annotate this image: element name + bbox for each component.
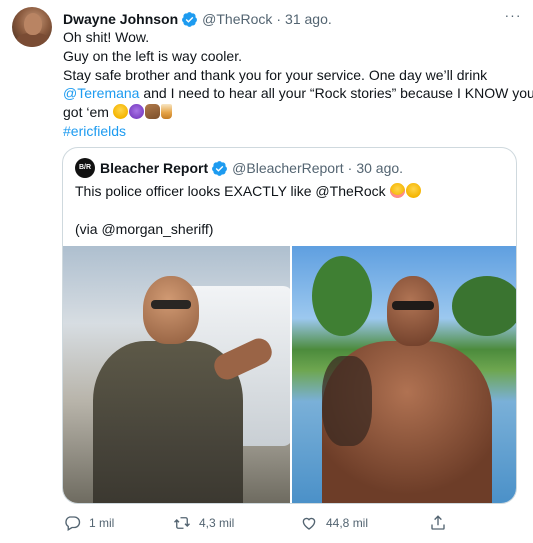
more-options-icon[interactable]: ··· <box>503 8 523 28</box>
like-button[interactable]: 44,8 mil <box>300 514 368 532</box>
tweet-text: Oh shit! Wow. Guy on the left is way coo… <box>63 28 533 141</box>
tweet-line-text: got ‘em <box>63 104 113 121</box>
reply-button[interactable]: 1 mil <box>63 514 114 532</box>
tumbler-glass-icon <box>160 104 172 120</box>
retweet-button[interactable]: 4,3 mil <box>173 514 234 532</box>
photo-head <box>143 276 199 344</box>
avatar-body <box>16 33 50 47</box>
police-officer-photo[interactable] <box>63 246 290 503</box>
quoted-tweet-line: This police officer looks EXACTLY like @… <box>75 182 505 201</box>
tweet[interactable]: Dwayne Johnson @TheRock · 31 ago. ··· Oh… <box>0 0 533 543</box>
quoted-tweet-header: B/R Bleacher Report @BleacherReport · 30… <box>75 158 403 178</box>
the-rock-photo[interactable] <box>291 246 516 503</box>
author-avatar[interactable] <box>12 7 52 47</box>
tweet-line: Oh shit! Wow. <box>63 29 150 45</box>
flushed-face-icon <box>389 183 405 198</box>
photo-sunglasses <box>391 301 434 310</box>
ericfields-hashtag-link[interactable]: #ericfields <box>63 122 523 141</box>
tweet-line: Guy on the left is way cooler. <box>63 47 242 64</box>
photo-head <box>386 276 439 346</box>
photo-tattoo <box>321 356 372 446</box>
avatar-face <box>24 13 42 35</box>
quoted-header-separator: · <box>347 160 353 176</box>
reply-count: 1 mil <box>89 516 115 530</box>
quoted-tweet-media <box>63 246 516 503</box>
face-with-tears-of-joy-icon <box>405 183 421 198</box>
heart-icon <box>302 517 316 530</box>
quoted-tweet-line <box>75 201 505 220</box>
quoted-author-handle: @BleacherReport <box>232 160 344 176</box>
share-button[interactable] <box>429 514 455 532</box>
retweet-icon <box>174 517 190 529</box>
quoted-tweet[interactable]: B/R Bleacher Report @BleacherReport · 30… <box>62 147 517 504</box>
smiling-face-with-horns-icon <box>128 104 144 120</box>
quoted-line-text: This police officer looks EXACTLY like @… <box>75 183 390 199</box>
photo-sunglasses <box>151 300 191 309</box>
verified-badge-icon <box>212 160 228 176</box>
quoted-author-avatar: B/R <box>75 158 95 178</box>
reply-icon <box>65 516 81 531</box>
tweet-actions: 1 mil 4,3 mil 44,8 mil <box>63 514 463 534</box>
tweet-header: Dwayne Johnson @TheRock · 31 ago. <box>63 9 332 29</box>
teremana-mention-link[interactable]: @Teremana <box>63 85 139 101</box>
quoted-tweet-line: (via @morgan_sheriff) <box>75 220 214 237</box>
tweet-line: got ‘em <box>63 103 523 122</box>
quoted-author-name: Bleacher Report <box>100 160 209 176</box>
header-separator: · <box>276 11 282 27</box>
verified-badge-icon <box>182 11 198 27</box>
quoted-tweet-timestamp: 30 ago. <box>356 160 404 176</box>
author-name[interactable]: Dwayne Johnson <box>63 11 178 27</box>
tweet-timestamp[interactable]: 31 ago. <box>285 11 332 27</box>
photo-tree <box>311 256 372 336</box>
left-facing-fist-icon <box>144 104 160 120</box>
photo-tree <box>451 276 516 336</box>
like-count: 44,8 mil <box>326 516 369 530</box>
tweet-line-rest: and I need to hear all your “Rock storie… <box>139 85 533 102</box>
retweet-count: 4,3 mil <box>199 516 235 530</box>
author-handle[interactable]: @TheRock <box>202 11 272 27</box>
tweet-line: @Teremana and I need to hear all your “R… <box>63 84 533 103</box>
tweet-line: Stay safe brother and thank you for your… <box>63 66 488 83</box>
face-with-tears-of-joy-icon <box>112 104 128 120</box>
share-icon <box>431 515 445 530</box>
quoted-tweet-text: This police officer looks EXACTLY like @… <box>75 182 505 238</box>
